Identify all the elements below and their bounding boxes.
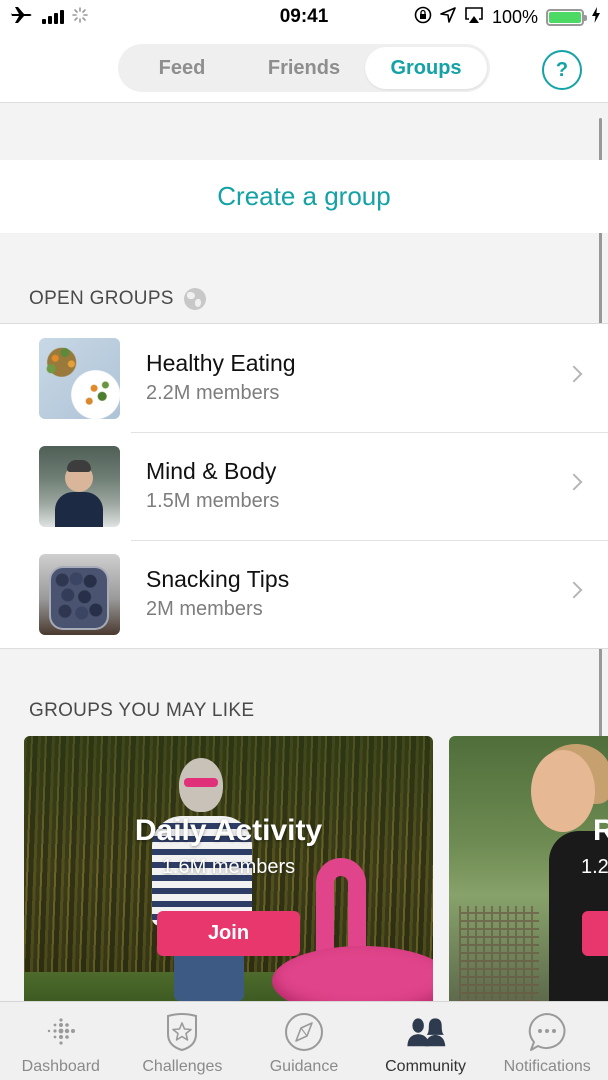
tab-friends[interactable]: Friends bbox=[243, 47, 365, 89]
group-members: 2.2M members bbox=[146, 382, 280, 404]
tab-label: Dashboard bbox=[21, 1058, 100, 1075]
chevron-right-icon bbox=[565, 581, 583, 599]
chevron-right-icon bbox=[565, 365, 583, 383]
signal-icon bbox=[42, 10, 64, 24]
open-groups-header: OPEN GROUPS bbox=[29, 288, 206, 310]
join-button[interactable] bbox=[582, 911, 608, 956]
group-item-snacking-tips[interactable]: Snacking Tips 2M members bbox=[0, 540, 608, 648]
status-left bbox=[10, 5, 210, 30]
tab-guidance[interactable]: Guidance bbox=[243, 1002, 365, 1080]
status-bar: 09:41 100% bbox=[0, 0, 608, 34]
card-title: R bbox=[593, 814, 608, 847]
open-groups-title: OPEN GROUPS bbox=[29, 288, 174, 309]
status-right: 100% bbox=[414, 0, 600, 34]
tab-label: Community bbox=[385, 1058, 467, 1075]
chevron-right-icon bbox=[565, 473, 583, 491]
tab-challenges[interactable]: Challenges bbox=[122, 1002, 244, 1080]
mind-body-thumbnail bbox=[39, 446, 120, 527]
group-name: Mind & Body bbox=[146, 458, 277, 484]
people-icon bbox=[406, 1012, 446, 1052]
card-members: 1.2 bbox=[581, 856, 608, 878]
healthy-eating-thumbnail bbox=[39, 338, 120, 419]
battery-icon bbox=[546, 8, 587, 26]
group-item-healthy-eating[interactable]: Healthy Eating 2.2M members bbox=[0, 324, 608, 432]
create-group-button[interactable]: Create a group bbox=[0, 160, 608, 233]
bottom-tab-bar: Dashboard Challenges Guidance Community bbox=[0, 1001, 608, 1080]
tab-label: Guidance bbox=[269, 1058, 339, 1075]
snacking-tips-thumbnail bbox=[39, 554, 120, 635]
suggested-groups-title: GROUPS YOU MAY LIKE bbox=[29, 700, 255, 721]
open-groups-list: Healthy Eating 2.2M members Mind & Body … bbox=[0, 323, 608, 649]
segmented-control: Feed Friends Groups bbox=[118, 44, 490, 92]
battery-percent: 100% bbox=[491, 6, 538, 27]
airplay-icon bbox=[464, 6, 484, 29]
card-title: Daily Activity bbox=[134, 814, 323, 847]
loading-spinner-icon bbox=[72, 6, 88, 28]
tab-community[interactable]: Community bbox=[365, 1002, 487, 1080]
group-card-partial[interactable]: R 1.2 bbox=[449, 736, 608, 1002]
group-name: Healthy Eating bbox=[146, 350, 296, 376]
header: Feed Friends Groups ? bbox=[0, 34, 608, 103]
rotation-lock-icon bbox=[414, 6, 432, 29]
group-members: 2M members bbox=[146, 598, 263, 620]
dashboard-dots-icon bbox=[41, 1012, 81, 1052]
group-item-mind-body[interactable]: Mind & Body 1.5M members bbox=[0, 432, 608, 540]
suggested-groups-carousel[interactable]: Daily Activity 1.6M members Join R 1.2 bbox=[24, 736, 608, 1002]
card-members: 1.6M members bbox=[161, 856, 296, 878]
group-members: 1.5M members bbox=[146, 490, 280, 512]
chat-bubble-icon bbox=[527, 1012, 567, 1052]
tab-dashboard[interactable]: Dashboard bbox=[0, 1002, 122, 1080]
group-name: Snacking Tips bbox=[146, 566, 290, 592]
airplane-icon bbox=[10, 5, 34, 30]
group-card-daily-activity[interactable]: Daily Activity 1.6M members Join bbox=[24, 736, 433, 1002]
location-icon bbox=[440, 6, 456, 28]
join-button[interactable]: Join bbox=[157, 911, 300, 956]
globe-icon bbox=[183, 288, 206, 310]
battery-fill bbox=[549, 11, 581, 23]
suggested-groups-header: GROUPS YOU MAY LIKE bbox=[29, 700, 254, 722]
charging-icon bbox=[592, 6, 600, 28]
tab-notifications[interactable]: Notifications bbox=[486, 1002, 608, 1080]
tab-groups[interactable]: Groups bbox=[365, 47, 487, 89]
help-button[interactable]: ? bbox=[542, 50, 582, 90]
compass-icon bbox=[284, 1012, 324, 1052]
star-badge-icon bbox=[162, 1012, 202, 1052]
screen: 09:41 100% Feed Friends Groups ? Create … bbox=[0, 0, 608, 1080]
tab-label: Challenges bbox=[142, 1058, 223, 1075]
tab-feed[interactable]: Feed bbox=[121, 47, 243, 89]
tab-label: Notifications bbox=[503, 1058, 591, 1075]
